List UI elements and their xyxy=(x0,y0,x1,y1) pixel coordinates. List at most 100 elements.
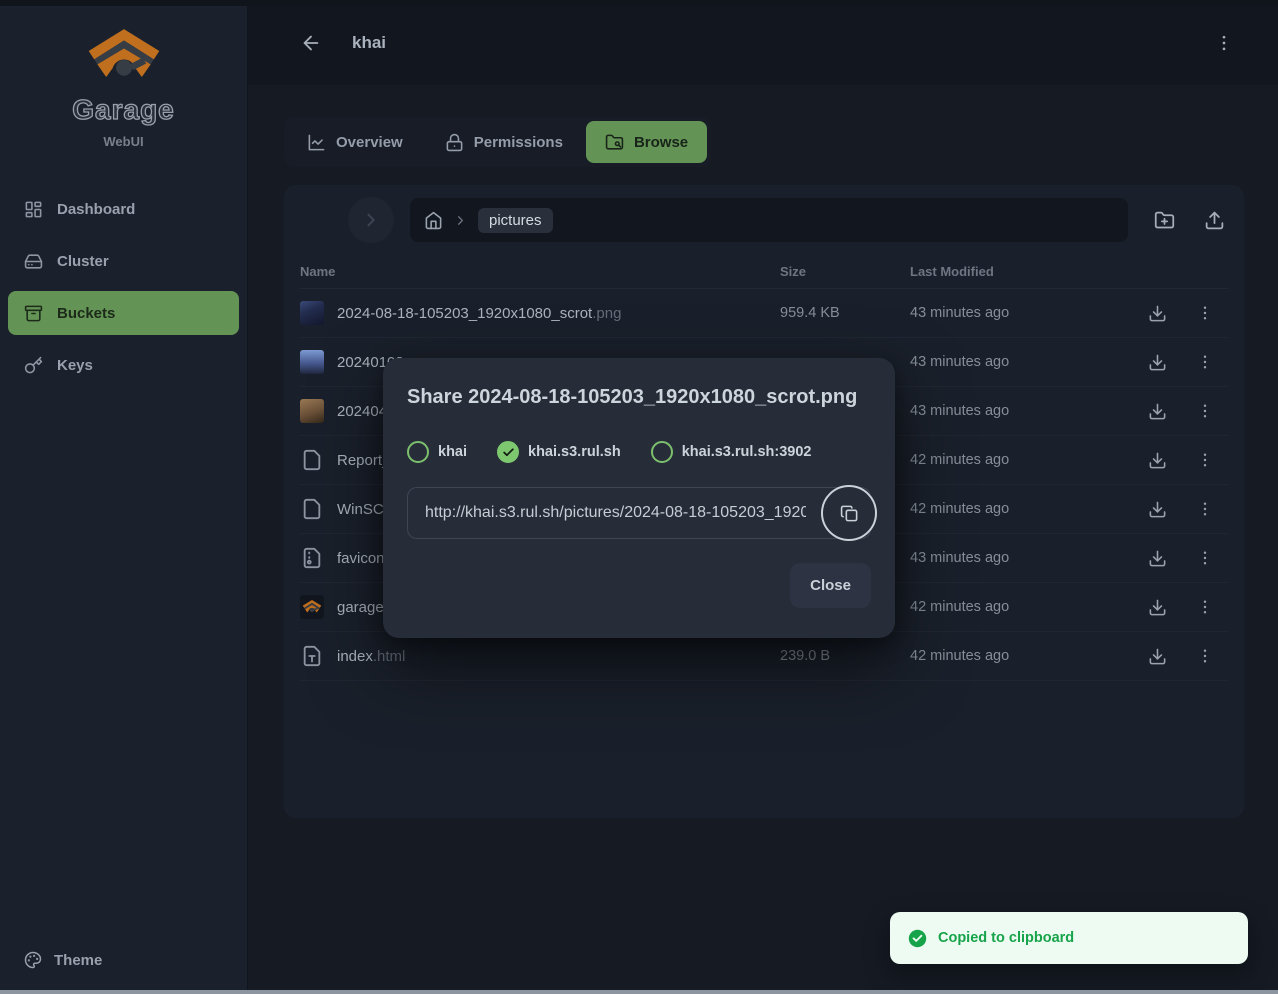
new-folder-button[interactable] xyxy=(1150,206,1178,234)
kebab-icon xyxy=(1196,549,1214,567)
header-menu-button[interactable] xyxy=(1210,29,1238,57)
breadcrumb-folder[interactable]: pictures xyxy=(478,208,553,233)
download-icon xyxy=(1148,304,1167,323)
download-button[interactable] xyxy=(1140,394,1174,428)
image-thumbnail xyxy=(300,399,324,423)
download-button[interactable] xyxy=(1140,443,1174,477)
table-row[interactable]: index.html 239.0 B 42 minutes ago xyxy=(300,632,1228,681)
sidebar-item-buckets[interactable]: Buckets xyxy=(8,291,239,335)
share-url-option[interactable]: khai.s3.rul.sh xyxy=(497,441,621,463)
share-url-option[interactable]: khai.s3.rul.sh:3902 xyxy=(651,441,812,463)
row-menu-button[interactable] xyxy=(1188,296,1222,330)
file-modified: 42 minutes ago xyxy=(910,452,1140,468)
tab-permissions[interactable]: Permissions xyxy=(426,121,582,163)
sidebar-bottom: Theme xyxy=(0,940,247,994)
image-thumbnail xyxy=(300,350,324,374)
row-menu-button[interactable] xyxy=(1188,394,1222,428)
download-icon xyxy=(1148,451,1167,470)
file-extension: .html xyxy=(373,648,406,665)
theme-button[interactable]: Theme xyxy=(8,940,239,980)
chevron-right-icon xyxy=(453,213,468,228)
share-option-label: khai xyxy=(438,444,467,460)
app-name: Garage xyxy=(72,94,175,126)
radio-icon xyxy=(651,441,673,463)
file-size: 959.4 KB xyxy=(780,305,910,321)
download-button[interactable] xyxy=(1140,590,1174,624)
sidebar: Garage WebUI Dashboard Cluster Buckets K… xyxy=(0,0,248,994)
share-url-input[interactable] xyxy=(407,487,871,539)
kebab-icon xyxy=(1196,402,1214,420)
page-header: khai xyxy=(248,0,1278,85)
sidebar-item-label: Buckets xyxy=(57,305,115,322)
file-modified: 42 minutes ago xyxy=(910,501,1140,517)
chevron-right-icon xyxy=(360,209,382,231)
kebab-icon xyxy=(1196,647,1214,665)
chart-line-icon xyxy=(307,133,326,152)
horizontal-scrollbar[interactable] xyxy=(0,990,1278,994)
row-menu-button[interactable] xyxy=(1188,492,1222,526)
download-button[interactable] xyxy=(1140,492,1174,526)
share-modal: Share 2024-08-18-105203_1920x1080_scrot.… xyxy=(383,358,895,638)
tab-overview[interactable]: Overview xyxy=(288,121,422,163)
download-icon xyxy=(1148,500,1167,519)
nav-back-button[interactable] xyxy=(306,216,332,224)
row-menu-button[interactable] xyxy=(1188,541,1222,575)
sidebar-nav: Dashboard Cluster Buckets Keys xyxy=(0,187,247,387)
circle-check-icon xyxy=(908,929,927,948)
nav-forward-button[interactable] xyxy=(348,197,394,243)
download-button[interactable] xyxy=(1140,639,1174,673)
toast-message: Copied to clipboard xyxy=(938,930,1074,946)
row-menu-button[interactable] xyxy=(1188,639,1222,673)
file-name-cell: index.html xyxy=(300,644,780,668)
table-row[interactable]: 2024-08-18-105203_1920x1080_scrot.png 95… xyxy=(300,289,1228,338)
sidebar-item-cluster[interactable]: Cluster xyxy=(8,239,239,283)
radio-icon xyxy=(407,441,429,463)
garage-logo-thumbnail xyxy=(300,595,324,619)
download-button[interactable] xyxy=(1140,345,1174,379)
file-name: index xyxy=(337,648,373,665)
page-title: khai xyxy=(352,33,386,53)
tab-browse[interactable]: Browse xyxy=(586,121,707,163)
file-modified: 43 minutes ago xyxy=(910,354,1140,370)
file-name-cell: 2024-08-18-105203_1920x1080_scrot.png xyxy=(300,301,780,325)
share-url-options: khai khai.s3.rul.sh khai.s3.rul.sh:3902 xyxy=(407,441,871,463)
sidebar-item-keys[interactable]: Keys xyxy=(8,343,239,387)
download-icon xyxy=(1148,353,1167,372)
download-button[interactable] xyxy=(1140,296,1174,330)
copy-icon xyxy=(840,504,859,523)
download-icon xyxy=(1148,402,1167,421)
home-icon[interactable] xyxy=(424,211,443,230)
arrow-left-icon xyxy=(300,32,322,54)
logo-block: Garage WebUI xyxy=(0,0,247,149)
file-size: 239.0 B xyxy=(780,648,910,664)
share-url-option[interactable]: khai xyxy=(407,441,467,463)
upload-button[interactable] xyxy=(1200,206,1228,234)
palette-icon xyxy=(24,951,42,969)
column-size: Size xyxy=(780,264,910,279)
row-menu-button[interactable] xyxy=(1188,345,1222,379)
file-modified: 43 minutes ago xyxy=(910,403,1140,419)
kebab-icon xyxy=(1196,500,1214,518)
app-subtitle: WebUI xyxy=(103,134,143,149)
kebab-icon xyxy=(1196,304,1214,322)
file-extension: .png xyxy=(592,305,621,322)
share-modal-title: Share 2024-08-18-105203_1920x1080_scrot.… xyxy=(407,386,871,409)
file-modified: 42 minutes ago xyxy=(910,648,1140,664)
folder-search-icon xyxy=(605,133,624,152)
copy-url-button[interactable] xyxy=(821,485,877,541)
folder-plus-icon xyxy=(1154,210,1175,231)
kebab-icon xyxy=(1214,33,1234,53)
close-button[interactable]: Close xyxy=(790,563,871,608)
row-menu-button[interactable] xyxy=(1188,590,1222,624)
sidebar-item-dashboard[interactable]: Dashboard xyxy=(8,187,239,231)
row-menu-button[interactable] xyxy=(1188,443,1222,477)
file-icon xyxy=(300,448,324,472)
garage-logo-icon xyxy=(82,24,166,88)
radio-icon xyxy=(497,441,519,463)
file-modified: 42 minutes ago xyxy=(910,599,1140,615)
download-button[interactable] xyxy=(1140,541,1174,575)
back-button[interactable] xyxy=(296,28,326,58)
browser-toolbar: pictures xyxy=(300,197,1228,243)
download-icon xyxy=(1148,647,1167,666)
file-modified: 43 minutes ago xyxy=(910,305,1140,321)
